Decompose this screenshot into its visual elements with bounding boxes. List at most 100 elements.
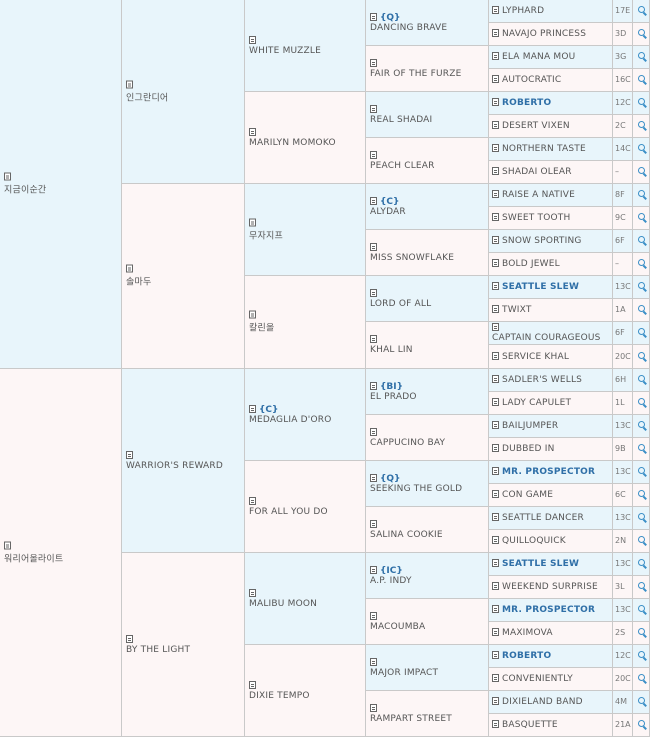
horse-name[interactable]: TWIXT: [502, 305, 532, 315]
document-icon[interactable]: [492, 651, 499, 659]
horse-name[interactable]: RAISE A NATIVE: [502, 190, 575, 200]
document-icon[interactable]: [370, 104, 377, 113]
document-icon[interactable]: [370, 288, 377, 297]
document-icon[interactable]: [4, 541, 11, 549]
document-icon[interactable]: [492, 467, 499, 475]
document-icon[interactable]: [370, 565, 377, 574]
search-cell[interactable]: [633, 553, 650, 576]
horse-name[interactable]: MR. PROSPECTOR: [502, 605, 595, 615]
document-icon[interactable]: [492, 513, 499, 521]
search-icon[interactable]: [638, 190, 645, 197]
horse-name[interactable]: MEDAGLIA D'ORO: [249, 415, 363, 425]
search-cell[interactable]: [633, 46, 650, 69]
horse-name[interactable]: SADLER'S WELLS: [502, 375, 582, 385]
document-icon[interactable]: [370, 381, 377, 390]
search-icon[interactable]: [638, 444, 645, 451]
document-icon[interactable]: [370, 242, 377, 251]
document-icon[interactable]: [492, 351, 499, 360]
search-cell[interactable]: [633, 69, 650, 92]
search-cell[interactable]: [633, 484, 650, 507]
document-icon[interactable]: [249, 588, 256, 597]
document-icon[interactable]: [249, 127, 256, 136]
document-icon[interactable]: [492, 720, 499, 728]
horse-name[interactable]: DANCING BRAVE: [370, 23, 486, 33]
horse-name[interactable]: DIXIE TEMPO: [249, 691, 363, 701]
horse-name[interactable]: 워리어올라이트: [4, 551, 119, 564]
horse-name[interactable]: NAVAJO PRINCESS: [502, 29, 586, 39]
search-icon[interactable]: [638, 398, 645, 405]
horse-name[interactable]: DESERT VIXEN: [502, 121, 570, 131]
horse-name[interactable]: SEATTLE SLEW: [502, 559, 579, 569]
document-icon[interactable]: [370, 657, 377, 666]
search-cell[interactable]: [633, 392, 650, 415]
document-icon[interactable]: [492, 628, 499, 636]
horse-name[interactable]: MISS SNOWFLAKE: [370, 253, 486, 263]
search-icon[interactable]: [638, 351, 645, 359]
search-cell[interactable]: [633, 276, 650, 299]
horse-name[interactable]: SEATTLE DANCER: [502, 513, 584, 523]
search-icon[interactable]: [638, 121, 645, 128]
search-icon[interactable]: [638, 144, 645, 151]
search-icon[interactable]: [638, 98, 645, 105]
horse-name[interactable]: SWEET TOOTH: [502, 213, 570, 223]
horse-name[interactable]: QUILLOQUICK: [502, 536, 566, 546]
search-icon[interactable]: [638, 651, 645, 658]
horse-name[interactable]: NORTHERN TASTE: [502, 144, 586, 154]
document-icon[interactable]: [492, 29, 499, 37]
horse-name[interactable]: MAJOR IMPACT: [370, 668, 486, 678]
search-cell[interactable]: [633, 714, 650, 737]
document-icon[interactable]: [492, 282, 499, 290]
search-cell[interactable]: [633, 345, 650, 369]
document-icon[interactable]: [492, 444, 499, 452]
document-icon[interactable]: [492, 674, 499, 682]
document-icon[interactable]: [492, 190, 499, 198]
document-icon[interactable]: [492, 6, 499, 14]
document-icon[interactable]: [492, 98, 499, 106]
document-icon[interactable]: [492, 398, 499, 406]
document-icon[interactable]: [492, 421, 499, 429]
search-icon[interactable]: [638, 490, 645, 497]
document-icon[interactable]: [126, 80, 133, 88]
search-icon[interactable]: [638, 282, 645, 289]
search-cell[interactable]: [633, 115, 650, 138]
horse-name[interactable]: BY THE LIGHT: [126, 645, 242, 655]
horse-name[interactable]: REAL SHADAI: [370, 115, 486, 125]
horse-name[interactable]: BAILJUMPER: [502, 421, 558, 431]
document-icon[interactable]: [126, 264, 133, 273]
search-icon[interactable]: [638, 536, 645, 543]
document-icon[interactable]: [492, 213, 499, 221]
document-icon[interactable]: [492, 559, 499, 567]
document-icon[interactable]: [370, 196, 377, 205]
search-icon[interactable]: [638, 236, 645, 243]
search-cell[interactable]: [633, 438, 650, 461]
horse-name[interactable]: CON GAME: [502, 490, 553, 500]
search-cell[interactable]: [633, 530, 650, 553]
search-icon[interactable]: [638, 628, 645, 635]
document-icon[interactable]: [126, 450, 133, 459]
document-icon[interactable]: [492, 605, 499, 613]
document-icon[interactable]: [492, 305, 499, 313]
search-icon[interactable]: [638, 52, 645, 59]
search-icon[interactable]: [638, 213, 645, 220]
search-cell[interactable]: [633, 691, 650, 714]
search-icon[interactable]: [638, 6, 645, 13]
search-cell[interactable]: [633, 415, 650, 438]
horse-name[interactable]: CAPTAIN COURAGEOUS: [492, 333, 601, 343]
document-icon[interactable]: [370, 58, 377, 67]
horse-name[interactable]: PEACH CLEAR: [370, 161, 486, 171]
search-icon[interactable]: [638, 697, 645, 704]
search-cell[interactable]: [633, 322, 650, 345]
document-icon[interactable]: [492, 582, 499, 590]
horse-name[interactable]: 칼린올: [249, 321, 363, 334]
document-icon[interactable]: [249, 218, 256, 226]
document-icon[interactable]: [249, 404, 256, 413]
document-icon[interactable]: [370, 611, 377, 620]
horse-name[interactable]: SERVICE KHAL: [502, 352, 569, 362]
horse-name[interactable]: WEEKEND SURPRISE: [502, 582, 598, 592]
document-icon[interactable]: [370, 703, 377, 712]
horse-name[interactable]: SEATTLE SLEW: [502, 282, 579, 292]
document-icon[interactable]: [492, 490, 499, 498]
horse-name[interactable]: A.P. INDY: [370, 576, 486, 586]
search-icon[interactable]: [638, 559, 645, 566]
search-cell[interactable]: [633, 161, 650, 184]
